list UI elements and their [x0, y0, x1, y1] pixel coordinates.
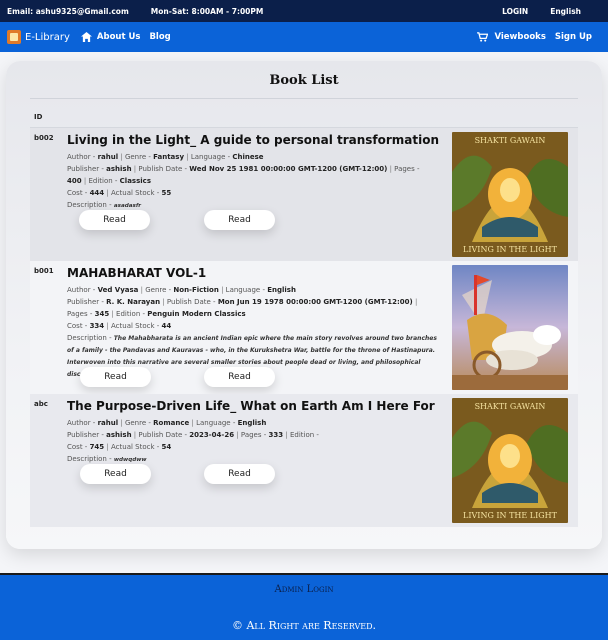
book-author: rahul — [97, 419, 119, 427]
read-button[interactable]: Read — [80, 464, 151, 484]
login-link[interactable]: LOGIN — [502, 7, 528, 16]
svg-text:SHAKTI GAWAIN: SHAKTI GAWAIN — [475, 402, 546, 411]
main-navbar: E-Library About Us Blog Viewbooks Sign U… — [0, 22, 608, 52]
book-author: rahul — [97, 153, 119, 161]
book-details: MAHABHARAT VOL-1 Author - Ved Vyasa | Ge… — [67, 265, 441, 381]
meta-line: Pages - 345 | Edition - Penguin Modern C… — [67, 310, 246, 318]
book-cover-image[interactable]: SHAKTI GAWAIN LIVING IN THE LIGHT — [452, 132, 568, 257]
home-icon[interactable] — [80, 32, 92, 42]
read-button[interactable]: Read — [204, 464, 275, 484]
book-cost: 444 — [89, 189, 105, 197]
library-logo-icon[interactable] — [7, 30, 21, 44]
meta-line: Cost - 444 | Actual Stock - 55 — [67, 189, 172, 197]
meta-line: Cost - 745 | Actual Stock - 54 — [67, 443, 172, 451]
book-cost: 745 — [89, 443, 105, 451]
book-title: MAHABHARAT VOL-1 — [67, 266, 207, 280]
meta-line: Author - rahul | Genre - Romance | Langu… — [67, 419, 267, 427]
book-genre: Non-Fiction — [173, 286, 219, 294]
book-publisher: ashish — [106, 165, 132, 173]
contact-email: Email: ashu9325@Gmail.com — [7, 6, 129, 16]
book-publish-date: 2023-04-26 — [189, 431, 235, 439]
read-button[interactable]: Read — [80, 367, 151, 387]
nav-sign-up[interactable]: Sign Up — [555, 32, 592, 42]
book-description: wdwqdww — [113, 457, 147, 463]
table-header: ID — [30, 107, 578, 128]
book-language: English — [267, 286, 296, 294]
book-pages: 400 — [67, 177, 82, 185]
book-stock: 55 — [161, 189, 172, 197]
book-list-card: Book List ID b002 Living in the Light_ A… — [6, 61, 602, 549]
book-publisher: ashish — [106, 431, 132, 439]
top-info-bar: Email: ashu9325@Gmail.com Mon-Sat: 8:00A… — [0, 0, 608, 22]
page-title: Book List — [269, 73, 339, 88]
copyright-text: © All Right are Reserved. — [231, 619, 377, 632]
meta-line: Publisher - ashish | Publish Date - 2023… — [67, 431, 319, 439]
nav-about-us[interactable]: About Us — [97, 32, 141, 42]
book-id: abc — [34, 400, 48, 408]
book-edition: Classics — [119, 177, 151, 185]
opening-hours: Mon-Sat: 8:00AM - 7:00PM — [150, 6, 264, 16]
book-cost: 334 — [89, 322, 105, 330]
book-details: The Purpose-Driven Life_ What on Earth A… — [67, 398, 441, 466]
meta-line: Publisher - ashish | Publish Date - Wed … — [67, 165, 420, 173]
svg-text:LIVING IN THE LIGHT: LIVING IN THE LIGHT — [463, 245, 558, 254]
book-language: English — [237, 419, 267, 427]
book-stock: 54 — [161, 443, 172, 451]
book-language: Chinese — [232, 153, 264, 161]
book-pages: 345 — [94, 310, 110, 318]
cart-icon[interactable] — [477, 32, 489, 42]
table-row: b002 Living in the Light_ A guide to per… — [30, 128, 578, 261]
meta-line: Author - rahul | Genre - Fantasy | Langu… — [67, 153, 264, 161]
book-genre: Fantasy — [153, 153, 185, 161]
svg-text:SHAKTI GAWAIN: SHAKTI GAWAIN — [475, 136, 546, 145]
nav-viewbooks[interactable]: Viewbooks — [494, 32, 545, 42]
id-column-header: ID — [34, 113, 43, 121]
book-publish-date: Wed Nov 25 1981 00:00:00 GMT-1200 (GMT-1… — [189, 165, 388, 173]
book-cover-image[interactable] — [452, 265, 568, 390]
book-description: asadasfr — [113, 203, 142, 209]
brand-name[interactable]: E-Library — [25, 32, 70, 43]
book-publisher: R. K. Narayan — [106, 298, 161, 306]
book-cover-image[interactable]: SHAKTI GAWAIN LIVING IN THE LIGHT — [452, 398, 568, 523]
book-publish-date: Mon Jun 19 1978 00:00:00 GMT-1200 (GMT-1… — [217, 298, 413, 306]
table-row: b001 MAHABHARAT VOL-1 Author - Ved Vyasa… — [30, 261, 578, 394]
language-selector[interactable]: English — [550, 7, 581, 16]
meta-line: 400 | Edition - Classics — [67, 177, 151, 185]
book-table: ID b002 Living in the Light_ A guide to … — [30, 107, 578, 527]
site-footer: Admin Login © All Right are Reserved. — [0, 573, 608, 640]
table-row: abc The Purpose-Driven Life_ What on Ear… — [30, 394, 578, 527]
meta-line: Publisher - R. K. Narayan | Publish Date… — [67, 298, 418, 306]
meta-line: Cost - 334 | Actual Stock - 44 — [67, 322, 172, 330]
title-divider — [30, 98, 578, 99]
book-id: b002 — [34, 134, 54, 142]
svg-text:LIVING IN THE LIGHT: LIVING IN THE LIGHT — [463, 511, 558, 520]
book-details: Living in the Light_ A guide to personal… — [67, 132, 441, 212]
read-button[interactable]: Read — [79, 210, 150, 230]
book-title: The Purpose-Driven Life_ What on Earth A… — [67, 399, 435, 413]
book-pages: 333 — [268, 431, 284, 439]
read-button[interactable]: Read — [204, 367, 275, 387]
book-id: b001 — [34, 267, 54, 275]
book-genre: Romance — [153, 419, 190, 427]
book-stock: 44 — [161, 322, 172, 330]
admin-login-link[interactable]: Admin Login — [0, 584, 608, 595]
read-button[interactable]: Read — [204, 210, 275, 230]
book-title: Living in the Light_ A guide to personal… — [67, 133, 440, 147]
book-author: Ved Vyasa — [97, 286, 139, 294]
nav-blog[interactable]: Blog — [149, 32, 170, 42]
meta-line: Author - Ved Vyasa | Genre - Non-Fiction… — [67, 286, 296, 294]
book-edition: Penguin Modern Classics — [147, 310, 246, 318]
